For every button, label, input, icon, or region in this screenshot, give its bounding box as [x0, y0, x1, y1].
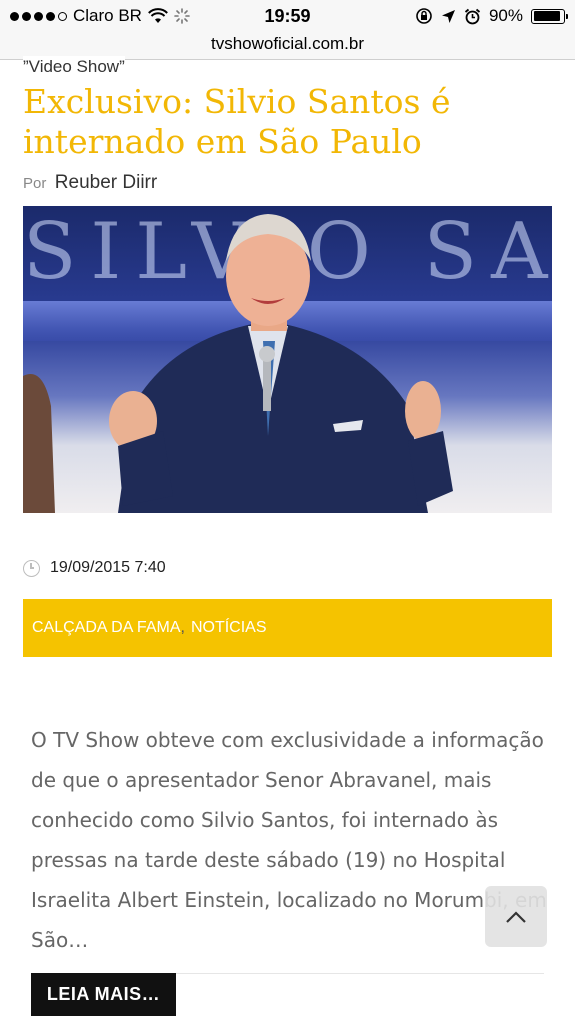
category-separator: ,	[180, 619, 185, 636]
article-excerpt: O TV Show obteve com exclusividade a inf…	[31, 728, 547, 952]
chevron-up-icon	[506, 910, 526, 923]
battery-percent: 90%	[488, 6, 523, 25]
orientation-lock-icon	[416, 8, 432, 24]
category-link-noticias[interactable]: NOTÍCIAS	[191, 619, 267, 637]
status-right: 90%	[415, 6, 568, 26]
alarm-clock-icon	[464, 8, 481, 24]
read-more-button[interactable]: LEIA MAIS…	[31, 973, 176, 1016]
category-band: CALÇADA DA FAMA , NOTÍCIAS	[23, 599, 552, 657]
article-kicker: ”Video Show”	[23, 56, 125, 78]
article-date: 19/09/2015 7:40	[50, 559, 166, 576]
location-arrow-icon	[441, 9, 455, 23]
author-name[interactable]: Reuber Diirr	[55, 172, 157, 193]
article-hero-image[interactable]: SILVIO SA	[23, 206, 552, 513]
category-link-calcada-da-fama[interactable]: CALÇADA DA FAMA	[32, 619, 181, 637]
article-byline: Por Reuber Diirr	[23, 172, 157, 194]
article-title[interactable]: Exclusivo: Silvio Santos é internado em …	[23, 82, 553, 162]
battery-level-fill	[533, 11, 560, 21]
battery-icon	[531, 8, 568, 24]
presenter-figure	[23, 214, 453, 513]
status-bar: Claro BR 19:59 90%	[0, 0, 575, 32]
byline-label: Por	[23, 175, 47, 192]
url-text[interactable]: tvshowoficial.com.br	[211, 34, 364, 53]
clock-icon	[23, 559, 40, 577]
article-date-row: 19/09/2015 7:40	[23, 559, 166, 577]
scroll-to-top-button[interactable]	[485, 886, 547, 947]
